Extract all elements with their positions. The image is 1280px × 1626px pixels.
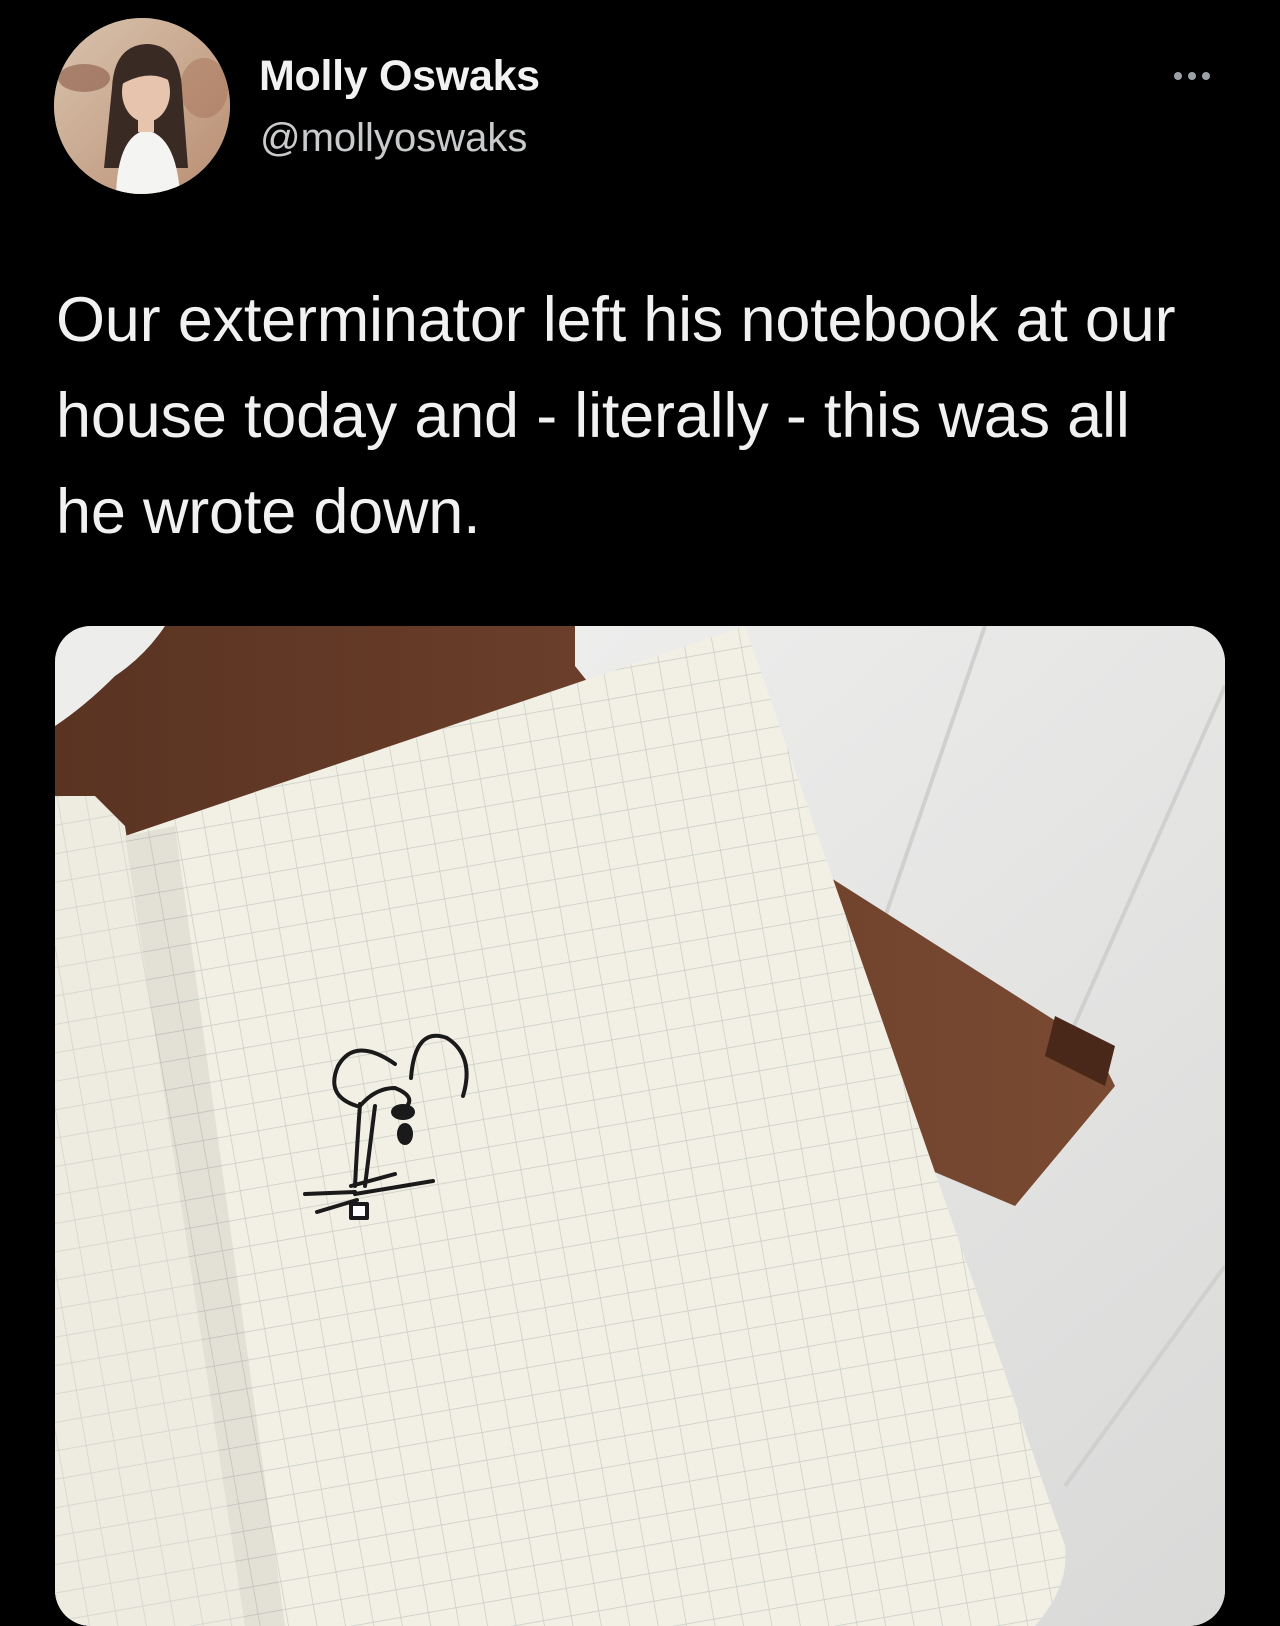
ellipsis-icon (1202, 72, 1210, 80)
author-handle[interactable]: @mollyoswaks (260, 116, 527, 161)
author-avatar[interactable] (54, 18, 230, 194)
ellipsis-icon (1174, 72, 1182, 80)
ellipsis-icon (1188, 72, 1196, 80)
notebook-photo-icon (55, 626, 1225, 1626)
tweet: Molly Oswaks @mollyoswaks Our exterminat… (0, 0, 1280, 1626)
avatar-photo-icon (54, 18, 230, 194)
author-display-name[interactable]: Molly Oswaks (259, 52, 540, 101)
tweet-media[interactable] (55, 626, 1225, 1626)
more-options-button[interactable] (1164, 62, 1220, 90)
tweet-text: Our exterminator left his notebook at ou… (56, 285, 1176, 547)
